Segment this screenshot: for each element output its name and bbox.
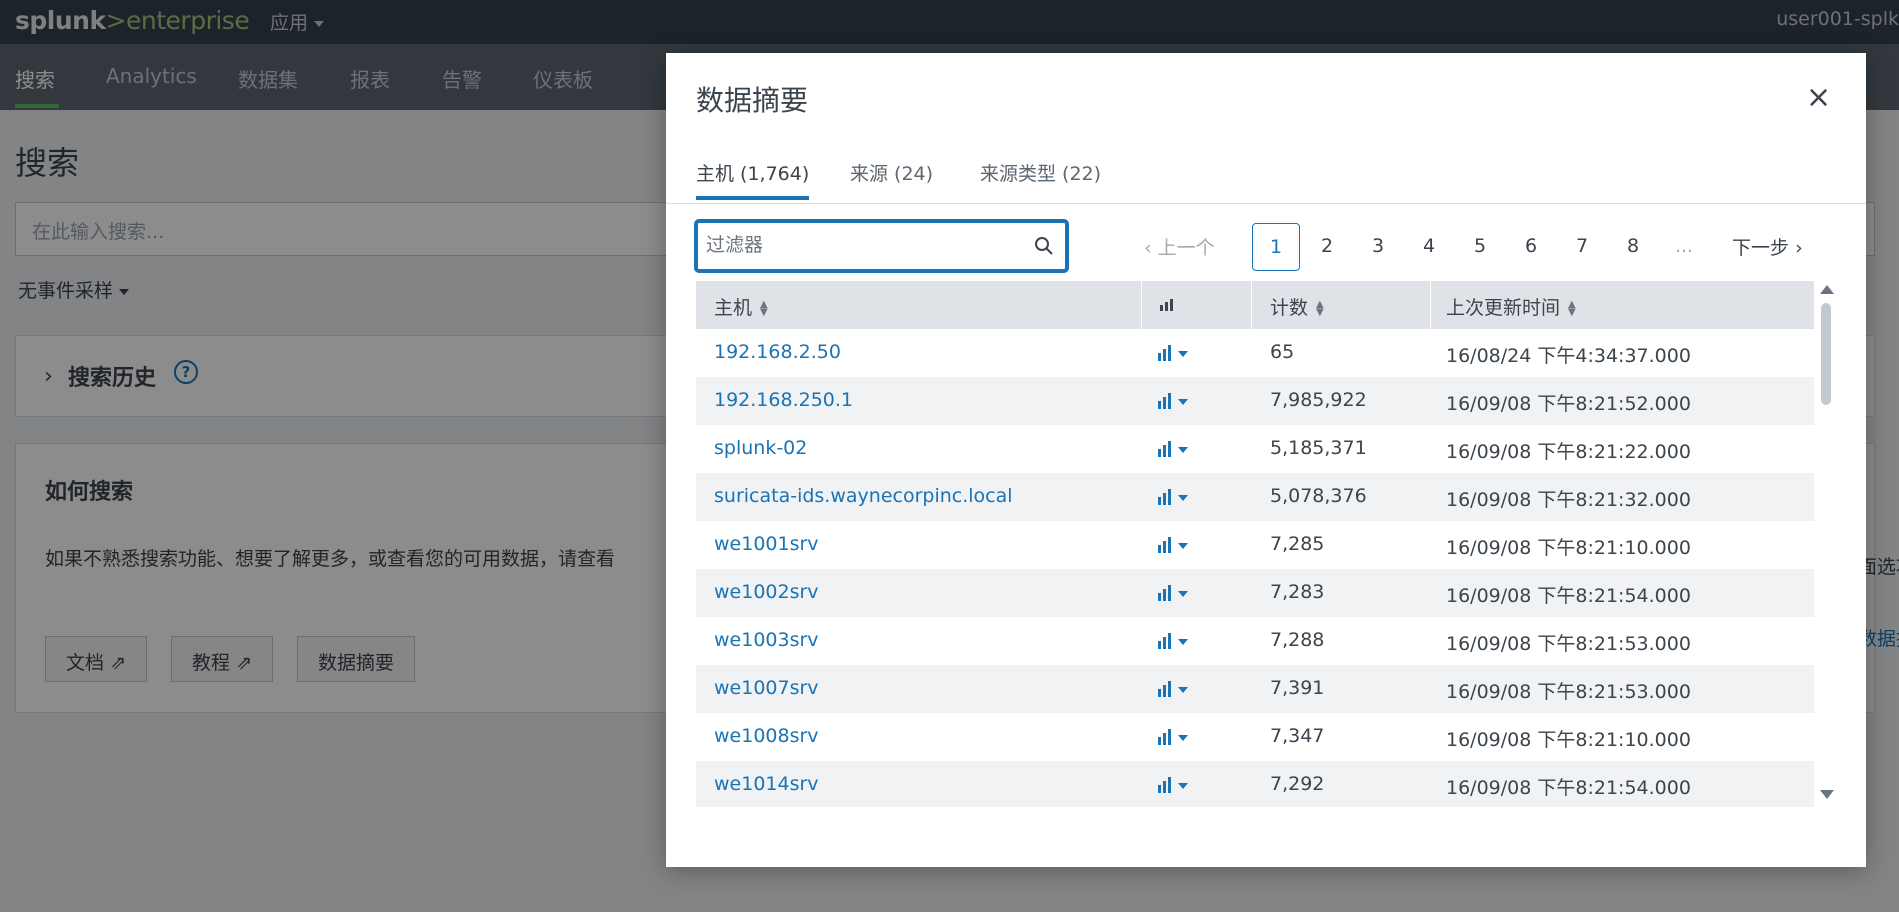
host-link[interactable]: suricata-ids.waynecorpinc.local xyxy=(714,485,1013,507)
column-count[interactable]: 计数 ▲ ▼ xyxy=(1270,293,1324,320)
pager-prev-label: 上一个 xyxy=(1157,237,1215,259)
count-value: 7,285 xyxy=(1270,533,1325,555)
pager-page-3[interactable]: 3 xyxy=(1354,223,1402,271)
last-update-value: 16/09/08 下午8:21:53.000 xyxy=(1446,633,1691,655)
last-update-value: 16/09/08 下午8:21:10.000 xyxy=(1446,537,1691,559)
pager-page-2[interactable]: 2 xyxy=(1303,223,1351,271)
host-link[interactable]: 192.168.250.1 xyxy=(714,389,853,411)
last-update-value: 16/08/24 下午4:34:37.000 xyxy=(1446,345,1691,367)
bar-chart-dropdown-icon[interactable] xyxy=(1158,441,1192,457)
bar-chart-icon xyxy=(1160,299,1173,311)
table-row: suricata-ids.waynecorpinc.local 5,078,376… xyxy=(696,473,1814,521)
column-last-update-label: 上次更新时间 xyxy=(1446,297,1561,319)
pager-page-7[interactable]: 7 xyxy=(1558,223,1606,271)
host-link[interactable]: 192.168.2.50 xyxy=(714,341,841,363)
last-update-value: 16/09/08 下午8:21:32.000 xyxy=(1446,489,1691,511)
count-value: 65 xyxy=(1270,341,1295,363)
tab-sourcetypes[interactable]: 来源类型 (22) xyxy=(980,159,1101,196)
count-value: 7,288 xyxy=(1270,629,1325,651)
hosts-table: 主机 ▲ ▼ 计数 ▲ ▼ 上次更新时间 ▲ ▼ 192.168.2.50 65 16/08/2… xyxy=(696,281,1814,807)
host-link[interactable]: we1014srv xyxy=(714,773,819,795)
column-separator xyxy=(1251,281,1252,329)
scroll-down-icon[interactable] xyxy=(1820,790,1834,799)
table-row: we1008srv 7,347 16/09/08 下午8:21:10.000 xyxy=(696,713,1814,761)
bar-chart-dropdown-icon[interactable] xyxy=(1158,585,1192,601)
last-update-value: 16/09/08 下午8:21:53.000 xyxy=(1446,681,1691,703)
last-update-value: 16/09/08 下午8:21:54.000 xyxy=(1446,777,1691,799)
pager-page-4[interactable]: 4 xyxy=(1405,223,1453,271)
table-row: splunk-02 5,185,371 16/09/08 下午8:21:22.000 xyxy=(696,425,1814,473)
filter-field[interactable] xyxy=(694,219,1069,273)
table-row: we1007srv 7,391 16/09/08 下午8:21:53.000 xyxy=(696,665,1814,713)
count-value: 5,185,371 xyxy=(1270,437,1367,459)
tab-hosts[interactable]: 主机 (1,764) xyxy=(696,159,810,200)
last-update-value: 16/09/08 下午8:21:22.000 xyxy=(1446,441,1691,463)
close-icon[interactable]: × xyxy=(1806,83,1831,113)
bar-chart-dropdown-icon[interactable] xyxy=(1158,489,1192,505)
pager-page-1[interactable]: 1 xyxy=(1252,223,1300,271)
bar-chart-dropdown-icon[interactable] xyxy=(1158,729,1192,745)
table-row: we1003srv 7,288 16/09/08 下午8:21:53.000 xyxy=(696,617,1814,665)
host-link[interactable]: we1007srv xyxy=(714,677,819,699)
pager-page-5[interactable]: 5 xyxy=(1456,223,1504,271)
count-value: 7,292 xyxy=(1270,773,1325,795)
scrollbar-thumb[interactable] xyxy=(1821,303,1831,405)
last-update-value: 16/09/08 下午8:21:52.000 xyxy=(1446,393,1691,415)
column-host-label: 主机 xyxy=(714,297,753,319)
chevron-right-icon: › xyxy=(1795,237,1803,259)
table-header: 主机 ▲ ▼ 计数 ▲ ▼ 上次更新时间 ▲ ▼ xyxy=(696,281,1814,329)
tab-divider xyxy=(666,203,1866,204)
tab-sources[interactable]: 来源 (24) xyxy=(850,159,933,196)
count-value: 5,078,376 xyxy=(1270,485,1367,507)
table-row: we1002srv 7,283 16/09/08 下午8:21:54.000 xyxy=(696,569,1814,617)
filter-input[interactable] xyxy=(706,230,1026,260)
count-value: 7,391 xyxy=(1270,677,1325,699)
table-row: 192.168.250.1 7,985,922 16/09/08 下午8:21:52… xyxy=(696,377,1814,425)
pager-next[interactable]: 下一步 › xyxy=(1732,233,1803,260)
bar-chart-dropdown-icon[interactable] xyxy=(1158,633,1192,649)
bar-chart-dropdown-icon[interactable] xyxy=(1158,393,1192,409)
pager-ellipsis: ... xyxy=(1674,235,1694,257)
pager-page-6[interactable]: 6 xyxy=(1507,223,1555,271)
count-value: 7,347 xyxy=(1270,725,1325,747)
bar-chart-dropdown-icon[interactable] xyxy=(1158,777,1192,793)
host-link[interactable]: we1008srv xyxy=(714,725,819,747)
count-value: 7,283 xyxy=(1270,581,1325,603)
chevron-left-icon: ‹ xyxy=(1144,237,1152,259)
pager-page-8[interactable]: 8 xyxy=(1609,223,1657,271)
table-scrollbar[interactable] xyxy=(1818,285,1834,803)
pager-next-label: 下一步 xyxy=(1732,237,1790,259)
sort-icon: ▲ ▼ xyxy=(760,298,768,318)
column-last-update[interactable]: 上次更新时间 ▲ ▼ xyxy=(1446,293,1576,320)
bar-chart-dropdown-icon[interactable] xyxy=(1158,681,1192,697)
table-row: 192.168.2.50 65 16/08/24 下午4:34:37.000 xyxy=(696,329,1814,377)
column-host[interactable]: 主机 ▲ ▼ xyxy=(714,293,768,320)
last-update-value: 16/09/08 下午8:21:54.000 xyxy=(1446,585,1691,607)
search-icon[interactable] xyxy=(1034,236,1054,256)
table-row: we1001srv 7,285 16/09/08 下午8:21:10.000 xyxy=(696,521,1814,569)
column-separator xyxy=(1430,281,1431,329)
data-summary-modal: 数据摘要 × 主机 (1,764) 来源 (24) 来源类型 (22) ‹ 上一… xyxy=(666,53,1866,867)
host-link[interactable]: we1003srv xyxy=(714,629,819,651)
column-separator xyxy=(1141,281,1142,329)
bar-chart-dropdown-icon[interactable] xyxy=(1158,537,1192,553)
host-link[interactable]: we1002srv xyxy=(714,581,819,603)
column-count-label: 计数 xyxy=(1270,297,1309,319)
last-update-value: 16/09/08 下午8:21:10.000 xyxy=(1446,729,1691,751)
host-link[interactable]: we1001srv xyxy=(714,533,819,555)
scroll-up-icon[interactable] xyxy=(1820,285,1834,294)
bar-chart-dropdown-icon[interactable] xyxy=(1158,345,1192,361)
pager-prev: ‹ 上一个 xyxy=(1144,233,1215,260)
host-link[interactable]: splunk-02 xyxy=(714,437,807,459)
table-row: we1014srv 7,292 16/09/08 下午8:21:54.000 xyxy=(696,761,1814,807)
sort-icon: ▲ ▼ xyxy=(1568,298,1576,318)
modal-title: 数据摘要 xyxy=(696,84,809,117)
sort-icon: ▲ ▼ xyxy=(1316,298,1324,318)
count-value: 7,985,922 xyxy=(1270,389,1367,411)
